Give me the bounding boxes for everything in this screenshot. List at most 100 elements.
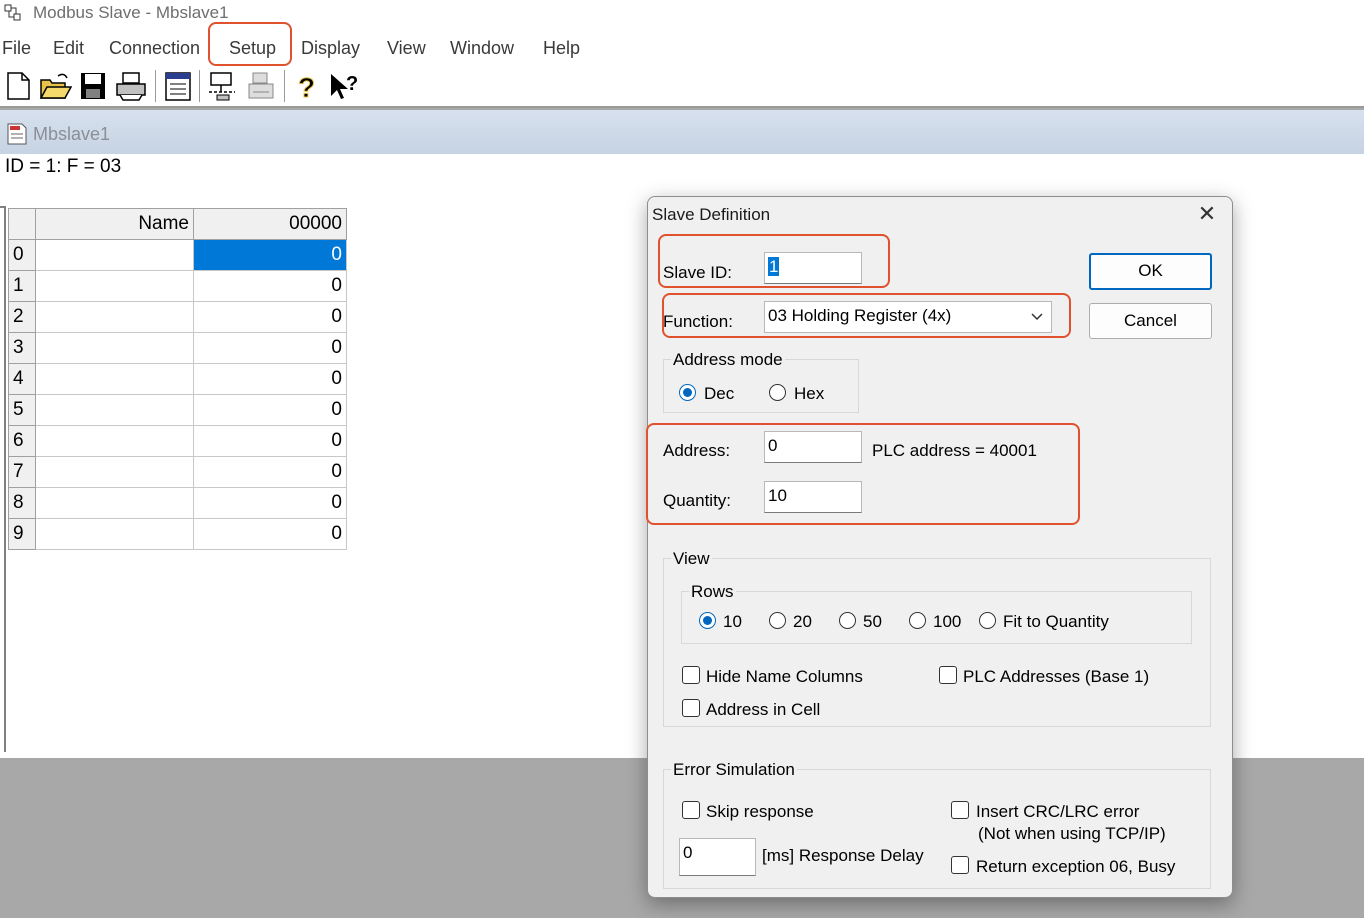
value-cell[interactable]: 0 [193,456,347,488]
table-row: 8 0 [8,487,347,519]
row-header: 9 [8,518,36,550]
toolbar: ? ? [0,66,1364,108]
name-cell[interactable] [35,425,194,457]
rows-10-radio[interactable] [699,612,716,629]
value-column-header: 00000 [193,208,347,240]
close-icon[interactable]: ✕ [1196,203,1218,225]
address-mode-hex-radio[interactable] [769,384,786,401]
function-highlight [662,293,1071,338]
hide-name-columns-checkbox[interactable] [682,666,700,684]
response-delay-label: [ms] Response Delay [762,846,924,865]
connect-icon[interactable] [205,70,239,102]
name-cell[interactable] [35,270,194,302]
print-icon[interactable] [114,70,148,102]
skip-response-checkbox[interactable] [682,801,700,819]
table-row: 7 0 [8,456,347,488]
menu-edit[interactable]: Edit [53,38,84,59]
row-header: 7 [8,456,36,488]
window-icon[interactable] [161,70,195,102]
slave-definition-dialog: Slave Definition ✕ Slave ID: 1 Function:… [646,196,1233,898]
rows-20-label[interactable]: 20 [793,612,812,632]
value-cell[interactable]: 0 [193,301,347,333]
plc-addresses-checkbox[interactable] [939,666,957,684]
name-cell[interactable] [35,301,194,333]
menu-display[interactable]: Display [301,38,360,59]
name-cell[interactable] [35,518,194,550]
document-title: Mbslave1 [33,124,111,144]
context-help-icon[interactable]: ? [328,70,362,102]
row-header: 4 [8,363,36,395]
address-mode-title: Address mode [671,350,785,370]
value-cell[interactable]: 0 [193,239,347,271]
dialog-title: Slave Definition [652,205,771,224]
value-cell[interactable]: 0 [193,394,347,426]
rows-20-radio[interactable] [769,612,786,629]
response-delay-field[interactable]: 0 [679,838,756,876]
address-mode-hex-label[interactable]: Hex [794,384,824,404]
insert-crc-note: (Not when using TCP/IP) [978,824,1166,843]
open-icon[interactable] [38,70,72,102]
address-in-cell-label[interactable]: Address in Cell [706,700,820,720]
menu-connection[interactable]: Connection [109,38,200,59]
return-exception-checkbox[interactable] [951,856,969,874]
rows-10-label[interactable]: 10 [723,612,742,632]
save-icon[interactable] [76,70,110,102]
menu-window[interactable]: Window [450,38,514,59]
svg-text:?: ? [346,73,358,95]
rows-fit-radio[interactable] [979,612,996,629]
disconnect-icon[interactable] [244,70,278,102]
menu-file[interactable]: File [2,38,31,59]
insert-crc-checkbox[interactable] [951,801,969,819]
name-cell[interactable] [35,239,194,271]
cancel-button[interactable]: Cancel [1089,303,1212,339]
table-row: 6 0 [8,425,347,457]
app-icon [4,4,21,21]
value-cell[interactable]: 0 [193,363,347,395]
address-mode-dec-label[interactable]: Dec [704,384,734,404]
menu-bar: File Edit Connection Setup Display View … [0,22,1364,67]
value-cell[interactable]: 0 [193,487,347,519]
name-cell[interactable] [35,487,194,519]
value-cell[interactable]: 0 [193,332,347,364]
row-header: 8 [8,487,36,519]
toolbar-separator [284,70,286,102]
setup-highlight [208,22,292,66]
name-cell[interactable] [35,363,194,395]
menu-view[interactable]: View [387,38,426,59]
name-cell[interactable] [35,456,194,488]
menu-help[interactable]: Help [543,38,580,59]
rows-100-radio[interactable] [909,612,926,629]
hide-name-columns-label[interactable]: Hide Name Columns [706,667,863,687]
ok-button[interactable]: OK [1089,253,1212,290]
table-row: 5 0 [8,394,347,426]
rows-title: Rows [689,582,736,602]
return-exception-label[interactable]: Return exception 06, Busy [976,857,1175,877]
row-header: 1 [8,270,36,302]
toolbar-separator [155,70,157,102]
rows-100-label[interactable]: 100 [933,612,961,632]
rows-50-label[interactable]: 50 [863,612,882,632]
table-row: 3 0 [8,332,347,364]
address-in-cell-checkbox[interactable] [682,699,700,717]
row-header: 6 [8,425,36,457]
table-row: 0 0 [8,239,347,271]
table-row: 1 0 [8,270,347,302]
name-column-header: Name [35,208,194,240]
view-title: View [671,549,712,569]
skip-response-label[interactable]: Skip response [706,802,814,822]
row-header: 0 [8,239,36,271]
help-icon[interactable]: ? [290,70,324,103]
insert-crc-label[interactable]: Insert CRC/LRC error [976,802,1139,822]
address-mode-dec-radio[interactable] [679,384,696,401]
value-cell[interactable]: 0 [193,518,347,550]
value-cell[interactable]: 0 [193,425,347,457]
table-row: 9 0 [8,518,347,550]
slave-summary: ID = 1: F = 03 [5,156,122,177]
name-cell[interactable] [35,332,194,364]
value-cell[interactable]: 0 [193,270,347,302]
rows-fit-label[interactable]: Fit to Quantity [1003,612,1109,632]
new-icon[interactable] [2,70,36,102]
plc-addresses-label[interactable]: PLC Addresses (Base 1) [963,667,1149,687]
name-cell[interactable] [35,394,194,426]
rows-50-radio[interactable] [839,612,856,629]
